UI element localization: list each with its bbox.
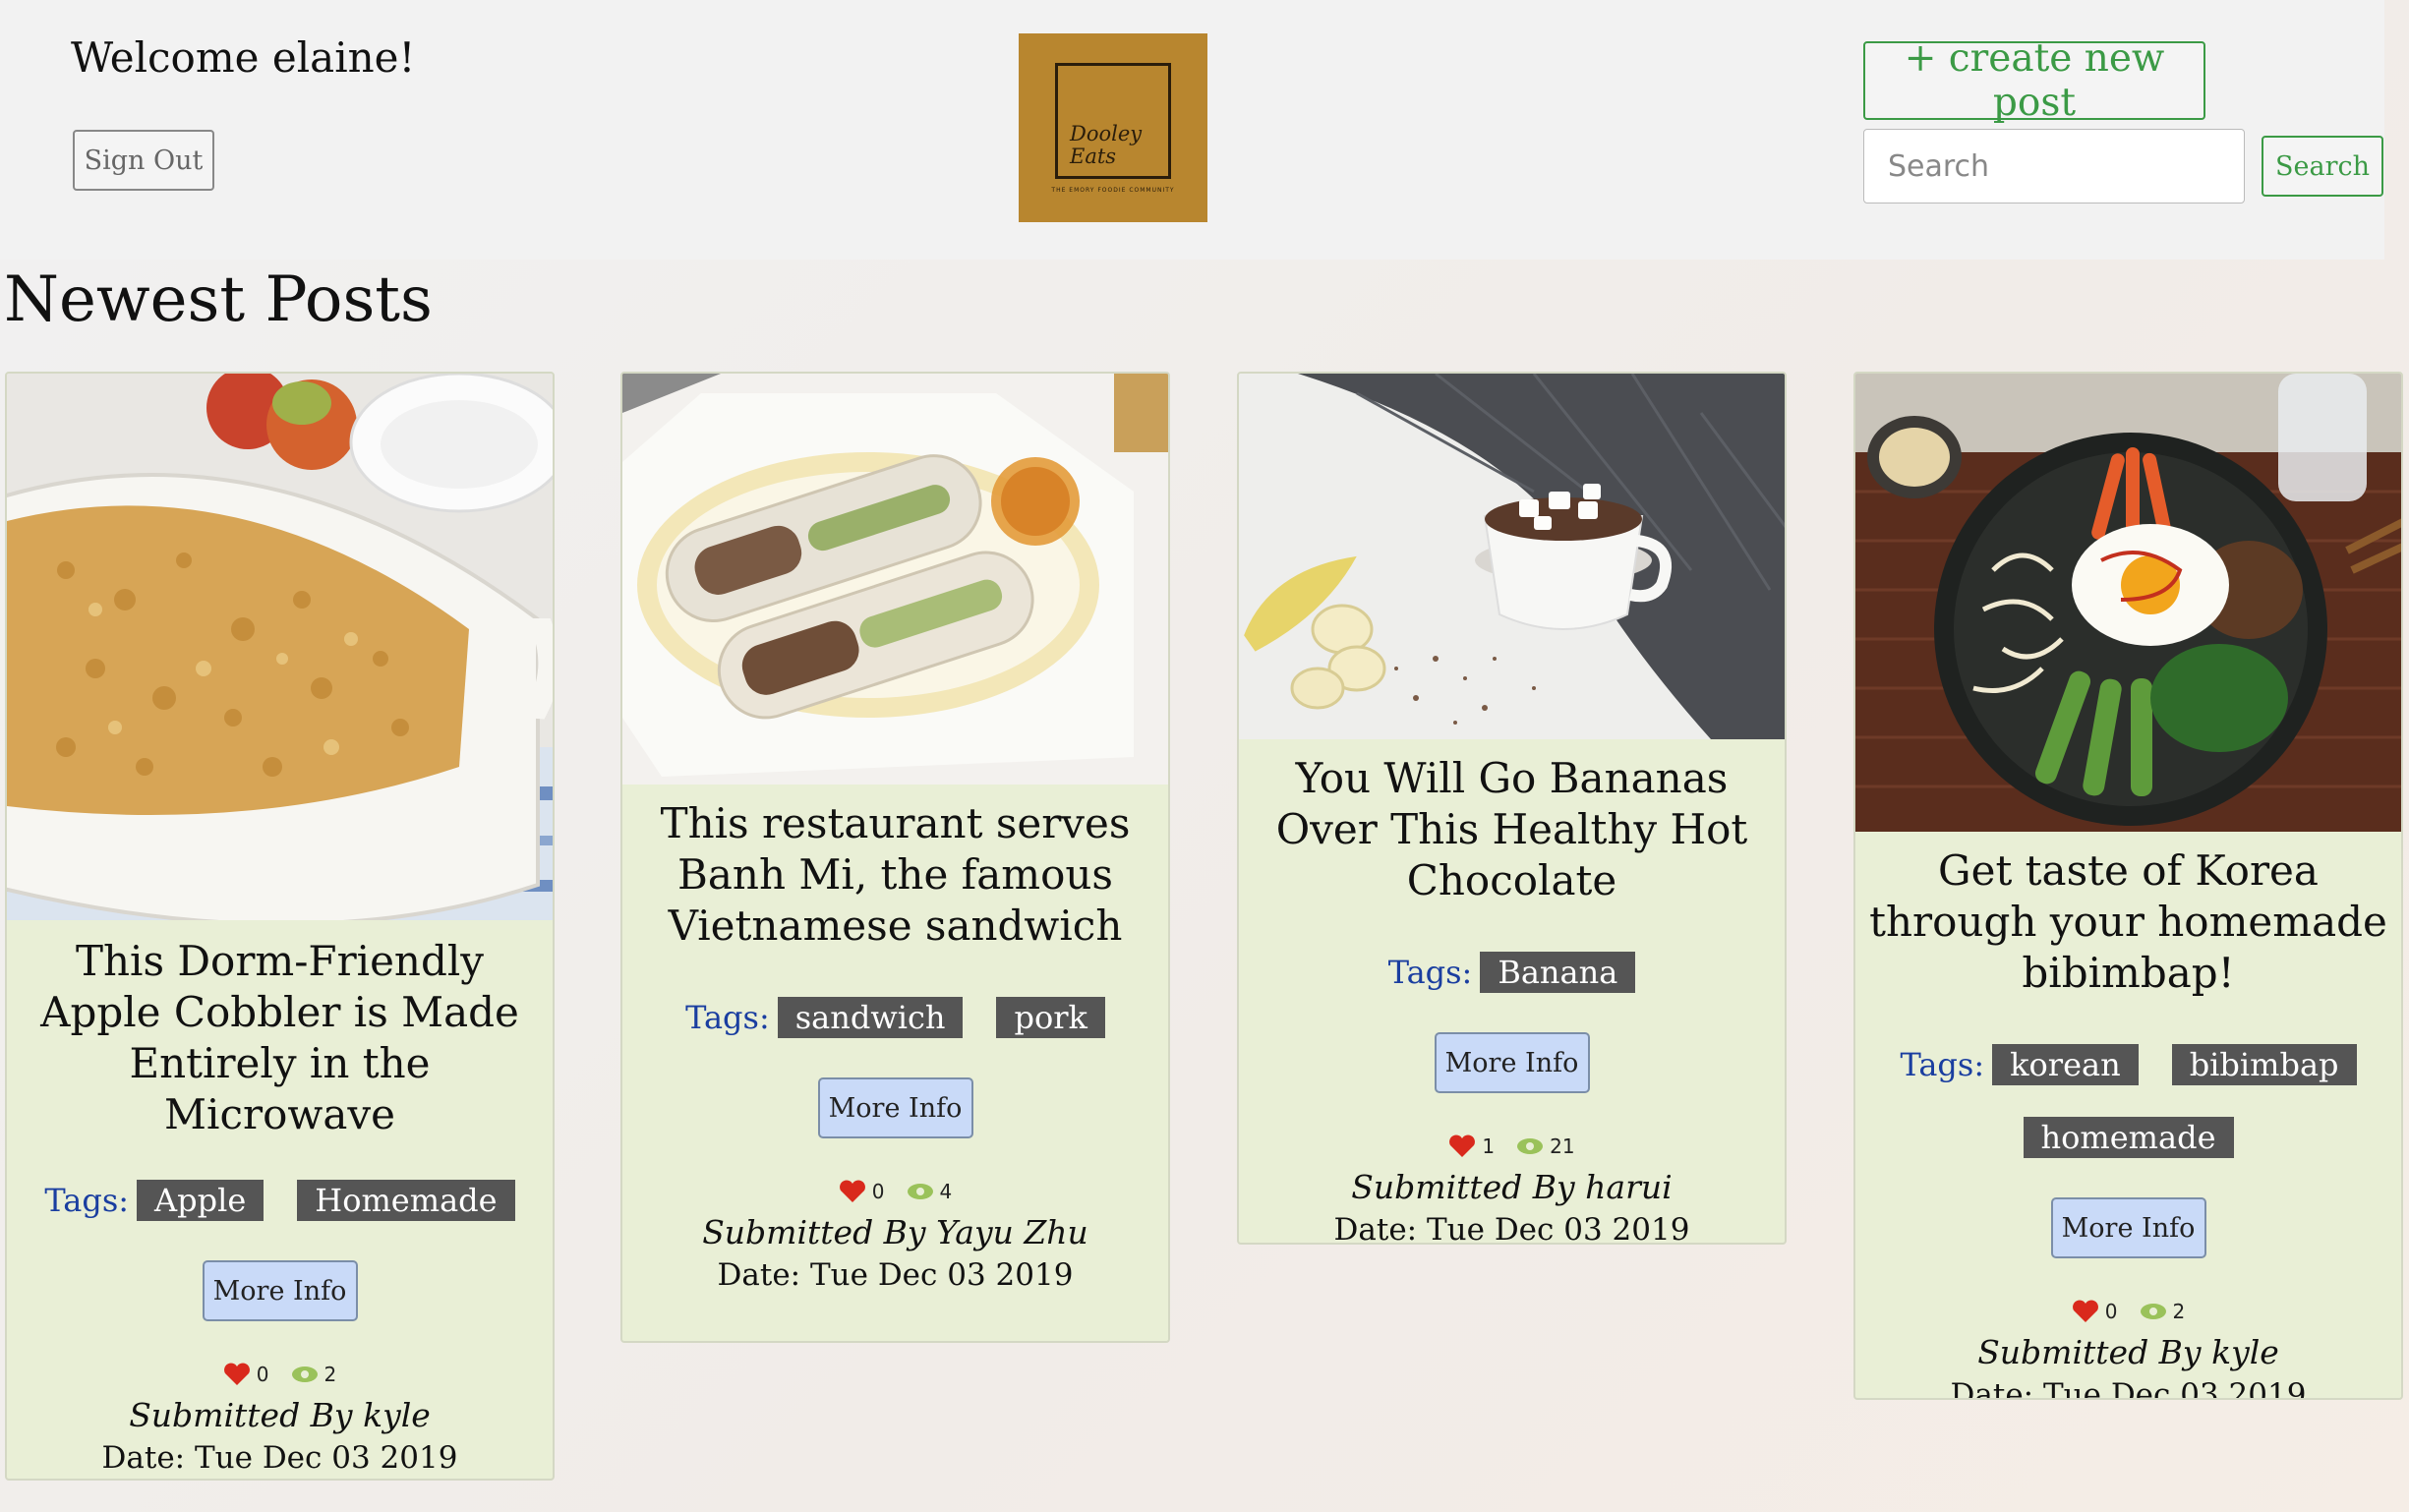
logo-frame: Dooley Eats bbox=[1055, 63, 1171, 179]
submitted-by: Submitted By harui bbox=[1351, 1168, 1673, 1206]
tag[interactable]: korean bbox=[1992, 1044, 2139, 1085]
likes-count: 0 bbox=[871, 1180, 885, 1203]
heart-icon bbox=[2072, 1300, 2098, 1322]
post-stats: 0 2 bbox=[7, 1363, 553, 1386]
post-title[interactable]: Get taste of Korea through your homemade… bbox=[1855, 845, 2401, 999]
post-date: Date: Tue Dec 03 2019 bbox=[101, 1440, 458, 1476]
tag[interactable]: bibimbap bbox=[2171, 1044, 2357, 1085]
search-button[interactable]: Search bbox=[2262, 136, 2383, 197]
heart-icon bbox=[839, 1180, 865, 1202]
views-count: 2 bbox=[323, 1363, 337, 1386]
post-tags: Tags: Banana bbox=[1239, 952, 1785, 993]
views-stat: 21 bbox=[1516, 1134, 1575, 1158]
post-title[interactable]: You Will Go Bananas Over This Healthy Ho… bbox=[1239, 753, 1785, 906]
header: Welcome elaine! Sign Out Dooley Eats THE… bbox=[0, 0, 2384, 260]
post-date: Date: Tue Dec 03 2019 bbox=[1950, 1377, 2307, 1400]
tags-label: Tags: bbox=[685, 999, 770, 1036]
dooley-eats-logo[interactable]: Dooley Eats THE EMORY FOODIE COMMUNITY bbox=[1019, 33, 1207, 222]
logo-line-2: Eats bbox=[1070, 145, 1117, 168]
post-card: You Will Go Bananas Over This Healthy Ho… bbox=[1237, 372, 1787, 1245]
post-stats: 0 4 bbox=[622, 1180, 1168, 1203]
logo-text: Dooley Eats bbox=[1070, 123, 1142, 168]
likes-count: 0 bbox=[256, 1363, 269, 1386]
more-info-button[interactable]: More Info bbox=[2050, 1197, 2206, 1258]
tags-label: Tags: bbox=[44, 1182, 130, 1219]
eye-icon bbox=[291, 1367, 318, 1382]
tags-label: Tags: bbox=[1900, 1046, 1985, 1083]
more-info-button[interactable]: More Info bbox=[817, 1077, 973, 1138]
tag[interactable]: Homemade bbox=[297, 1180, 515, 1221]
likes-stat[interactable]: 0 bbox=[839, 1180, 885, 1203]
eye-icon bbox=[2140, 1304, 2166, 1319]
views-count: 21 bbox=[1550, 1134, 1575, 1158]
submitted-by: Submitted By Yayu Zhu bbox=[702, 1213, 1088, 1251]
likes-count: 1 bbox=[1482, 1134, 1496, 1158]
tag[interactable]: Banana bbox=[1480, 952, 1636, 993]
search-input[interactable] bbox=[1863, 129, 2245, 204]
sign-out-button[interactable]: Sign Out bbox=[73, 130, 214, 191]
likes-count: 0 bbox=[2104, 1300, 2118, 1323]
tags-label: Tags: bbox=[1387, 954, 1473, 991]
post-stats: 0 2 bbox=[1855, 1300, 2401, 1323]
views-count: 2 bbox=[2172, 1300, 2186, 1323]
post-card: This Dorm-Friendly Apple Cobbler is Made… bbox=[5, 372, 555, 1481]
post-image-hot-chocolate[interactable] bbox=[1239, 374, 1785, 739]
more-info-button[interactable]: More Info bbox=[1434, 1032, 1590, 1093]
post-title[interactable]: This Dorm-Friendly Apple Cobbler is Made… bbox=[7, 936, 553, 1140]
likes-stat[interactable]: 0 bbox=[223, 1363, 269, 1386]
heart-icon bbox=[223, 1363, 250, 1385]
post-card: Get taste of Korea through your homemade… bbox=[1853, 372, 2403, 1400]
tag[interactable]: Apple bbox=[137, 1180, 264, 1221]
heart-icon bbox=[1449, 1134, 1476, 1157]
submitted-by: Submitted By kyle bbox=[129, 1396, 431, 1434]
welcome-message: Welcome elaine! bbox=[71, 33, 416, 82]
more-info-button[interactable]: More Info bbox=[202, 1260, 358, 1321]
post-tags: Tags: Apple Homemade bbox=[7, 1180, 553, 1221]
eye-icon bbox=[907, 1184, 933, 1199]
views-stat: 2 bbox=[2140, 1300, 2186, 1323]
create-new-post-button[interactable]: + create new post bbox=[1863, 36, 2205, 125]
eye-icon bbox=[1517, 1138, 1544, 1154]
logo-line-1: Dooley bbox=[1070, 122, 1143, 145]
post-date: Date: Tue Dec 03 2019 bbox=[1333, 1212, 1690, 1245]
post-tags: Tags: korean bibimbap homemade bbox=[1855, 1044, 2401, 1158]
post-image-bibimbap[interactable] bbox=[1855, 374, 2401, 832]
tag[interactable]: pork bbox=[996, 997, 1105, 1038]
post-stats: 1 21 bbox=[1239, 1134, 1785, 1158]
tag[interactable]: sandwich bbox=[777, 997, 964, 1038]
tag[interactable]: homemade bbox=[2023, 1117, 2234, 1158]
likes-stat[interactable]: 1 bbox=[1448, 1134, 1495, 1158]
post-image-spring-rolls[interactable] bbox=[622, 374, 1168, 785]
post-tags: Tags: sandwich pork bbox=[622, 997, 1168, 1038]
post-image-apple-cobbler[interactable] bbox=[7, 374, 553, 920]
post-title[interactable]: This restaurant serves Banh Mi, the famo… bbox=[622, 798, 1168, 952]
views-count: 4 bbox=[939, 1180, 953, 1203]
submitted-by: Submitted By kyle bbox=[1977, 1333, 2279, 1371]
post-date: Date: Tue Dec 03 2019 bbox=[717, 1257, 1074, 1293]
post-card: This restaurant serves Banh Mi, the famo… bbox=[620, 372, 1170, 1343]
views-stat: 2 bbox=[291, 1363, 337, 1386]
likes-stat[interactable]: 0 bbox=[2072, 1300, 2118, 1323]
views-stat: 4 bbox=[907, 1180, 953, 1203]
logo-tagline: THE EMORY FOODIE COMMUNITY bbox=[1051, 187, 1175, 194]
page-title: Newest Posts bbox=[4, 263, 433, 336]
